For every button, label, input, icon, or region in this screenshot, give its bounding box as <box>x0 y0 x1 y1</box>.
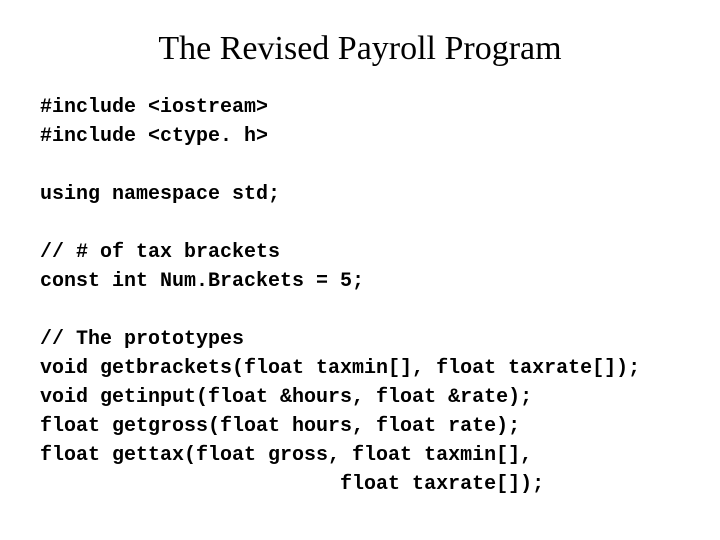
code-line: float getgross(float hours, float rate); <box>40 415 520 438</box>
code-line: float taxrate[]); <box>40 473 544 496</box>
code-line: // The prototypes <box>40 328 244 351</box>
code-line: #include <ctype. h> <box>40 125 268 148</box>
code-line: void getbrackets(float taxmin[], float t… <box>40 357 640 380</box>
code-line: using namespace std; <box>40 183 280 206</box>
code-line: const int Num.Brackets = 5; <box>40 270 364 293</box>
code-line: #include <iostream> <box>40 96 268 119</box>
code-line: void getinput(float &hours, float &rate)… <box>40 386 532 409</box>
slide-title: The Revised Payroll Program <box>40 30 680 68</box>
code-line: float gettax(float gross, float taxmin[]… <box>40 444 532 467</box>
code-line: // # of tax brackets <box>40 241 280 264</box>
code-block: #include <iostream> #include <ctype. h> … <box>40 93 680 499</box>
slide: The Revised Payroll Program #include <io… <box>0 0 720 519</box>
